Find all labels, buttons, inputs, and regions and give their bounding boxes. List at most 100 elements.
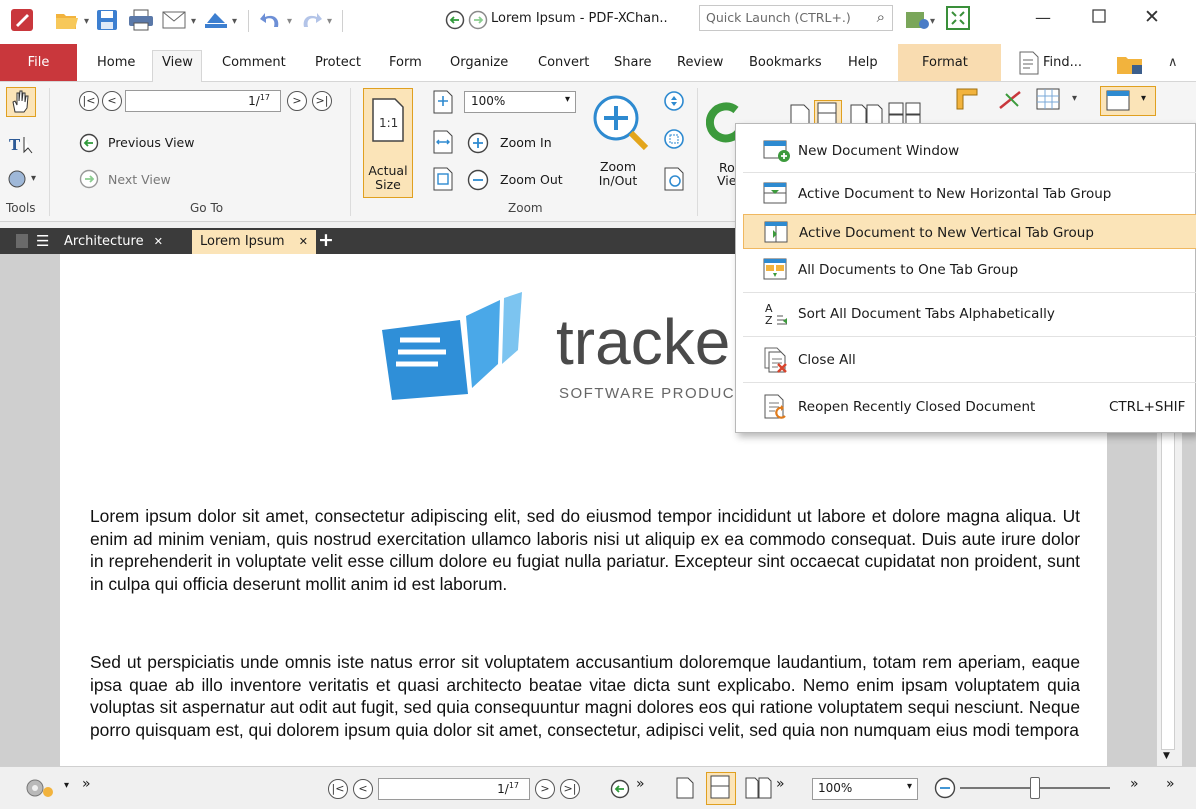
last-page-icon[interactable]: >| [312, 91, 332, 111]
tab-form[interactable]: Form [389, 55, 422, 70]
chevron-down-icon[interactable]: ▾ [64, 780, 69, 791]
zoom-tool-icon[interactable] [6, 168, 30, 190]
tab-format[interactable]: Format [922, 55, 968, 70]
facing-pages-icon[interactable] [745, 777, 773, 799]
overflow-chevron-icon[interactable]: » [636, 776, 645, 792]
new-tab-icon[interactable]: + [318, 229, 334, 251]
fit-visible-icon[interactable] [433, 167, 453, 191]
doc-tab-lorem-ipsum[interactable]: Lorem Ipsum ✕ [192, 230, 316, 254]
search-icon[interactable]: ⌕ [877, 8, 885, 26]
close-tab-icon[interactable]: ✕ [154, 235, 163, 248]
chevron-down-icon[interactable]: ▾ [31, 173, 36, 184]
zoom-out-icon[interactable] [467, 169, 489, 191]
zoom-pan-icon[interactable] [663, 90, 687, 114]
chevron-down-icon[interactable]: ▾ [907, 781, 912, 792]
minimize-icon[interactable]: — [1035, 8, 1051, 27]
zoom-inout-button[interactable]: Zoom In/Out [596, 160, 640, 188]
doc-tab-architecture[interactable]: Architecture ✕ [56, 230, 171, 254]
forward-nav-icon[interactable] [468, 10, 488, 30]
hand-tool-button[interactable] [6, 87, 36, 117]
tab-list-icon[interactable]: ☰ [36, 232, 49, 250]
marquee-zoom-icon[interactable] [663, 128, 687, 152]
maximize-icon[interactable] [1092, 9, 1106, 23]
undo-icon[interactable] [258, 9, 284, 31]
save-icon[interactable] [96, 9, 118, 31]
measure-icon[interactable] [998, 90, 1024, 110]
overflow-chevron-icon[interactable]: » [776, 776, 785, 792]
zoom-in-button[interactable]: Zoom In [500, 135, 552, 150]
first-page-icon[interactable]: |< [328, 779, 348, 799]
menu-item-horizontal-tab-group[interactable]: Active Document to New Horizontal Tab Gr… [743, 176, 1196, 211]
tab-comment[interactable]: Comment [222, 55, 286, 70]
first-page-icon[interactable]: |< [79, 91, 99, 111]
quick-launch-input[interactable]: Quick Launch (CTRL+.) ⌕ [699, 5, 893, 31]
tab-share[interactable]: Share [614, 55, 652, 70]
settings-icon[interactable] [904, 6, 930, 32]
actual-size-button[interactable]: 1:1 Actual Size [363, 88, 413, 198]
menu-item-new-document-window[interactable]: New Document Window [743, 133, 1196, 168]
chevron-down-icon[interactable]: ▾ [930, 16, 935, 27]
menu-item-close-all[interactable]: Close All [743, 342, 1196, 377]
back-nav-icon[interactable] [445, 10, 465, 30]
tab-file[interactable]: File [0, 44, 77, 81]
zoom-level-select[interactable]: 100% ▾ [464, 91, 576, 113]
next-view-icon[interactable] [79, 169, 99, 189]
chevron-down-icon[interactable]: ▾ [232, 16, 237, 27]
fit-page-icon[interactable] [433, 90, 453, 114]
chevron-down-icon[interactable]: ▾ [565, 94, 570, 105]
zoom-in-icon[interactable] [467, 132, 489, 154]
app-logo-icon[interactable] [10, 8, 34, 32]
page-number-input[interactable]: 1/17 [125, 90, 281, 112]
chevron-down-icon[interactable]: ▾ [1072, 93, 1077, 104]
menu-item-reopen-closed[interactable]: Reopen Recently Closed Document CTRL+SHI… [743, 389, 1196, 424]
menu-item-sort-tabs[interactable]: AZ Sort All Document Tabs Alphabetically [743, 296, 1196, 331]
overflow-chevron-icon[interactable]: » [1130, 776, 1139, 792]
tab-help[interactable]: Help [848, 55, 878, 70]
last-page-icon[interactable]: >| [560, 779, 580, 799]
tab-organize[interactable]: Organize [450, 55, 508, 70]
tab-review[interactable]: Review [677, 55, 723, 70]
select-text-icon[interactable]: T [8, 134, 38, 154]
chevron-down-icon[interactable]: ▾ [327, 16, 332, 27]
tab-bookmarks[interactable]: Bookmarks [749, 55, 822, 70]
chevron-down-icon[interactable]: ▾ [84, 16, 89, 27]
collapse-ribbon-icon[interactable]: ∧ [1168, 55, 1178, 70]
tab-home[interactable]: Home [97, 55, 135, 70]
next-page-icon[interactable]: > [287, 91, 307, 111]
status-zoom-select[interactable]: 100% ▾ [812, 778, 918, 800]
chevron-down-icon[interactable]: ▾ [191, 16, 196, 27]
single-page-icon[interactable] [676, 777, 694, 799]
tab-protect[interactable]: Protect [315, 55, 361, 70]
previous-view-button[interactable]: Previous View [108, 135, 194, 150]
rulers-icon[interactable] [956, 88, 978, 110]
tab-view[interactable]: View [162, 55, 193, 70]
scan-icon[interactable] [203, 9, 229, 31]
next-view-button[interactable]: Next View [108, 172, 171, 187]
scroll-down-icon[interactable]: ▼ [1163, 751, 1170, 761]
zoom-out-button[interactable]: Zoom Out [500, 172, 563, 187]
overflow-chevron-icon[interactable]: » [1166, 776, 1175, 792]
print-icon[interactable] [128, 9, 154, 31]
find-icon[interactable] [1018, 51, 1040, 75]
close-tab-icon[interactable]: ✕ [299, 235, 308, 248]
status-page-input[interactable]: 1/17 [378, 778, 530, 800]
window-menu-button[interactable]: ▾ [1100, 86, 1156, 116]
previous-page-icon[interactable]: < [102, 91, 122, 111]
options-gear-icon[interactable] [24, 775, 56, 801]
zoom-out-icon[interactable] [934, 777, 956, 799]
menu-item-one-tab-group[interactable]: All Documents to One Tab Group [743, 252, 1196, 287]
next-page-icon[interactable]: > [535, 779, 555, 799]
fullscreen-icon[interactable] [946, 6, 970, 30]
open-folder-icon[interactable] [54, 9, 80, 31]
menu-item-vertical-tab-group[interactable]: Active Document to New Vertical Tab Grou… [743, 214, 1196, 249]
email-icon[interactable] [162, 9, 188, 31]
chevron-down-icon[interactable]: ▾ [287, 16, 292, 27]
back-view-icon[interactable] [610, 779, 630, 799]
grid-icon[interactable] [1036, 88, 1060, 110]
zoom-slider-thumb[interactable] [1030, 777, 1040, 799]
tab-convert[interactable]: Convert [538, 55, 589, 70]
fit-width-icon[interactable] [433, 130, 453, 154]
overflow-chevron-icon[interactable]: » [82, 776, 91, 792]
redo-icon[interactable] [298, 9, 324, 31]
loupe-icon[interactable] [663, 166, 687, 192]
